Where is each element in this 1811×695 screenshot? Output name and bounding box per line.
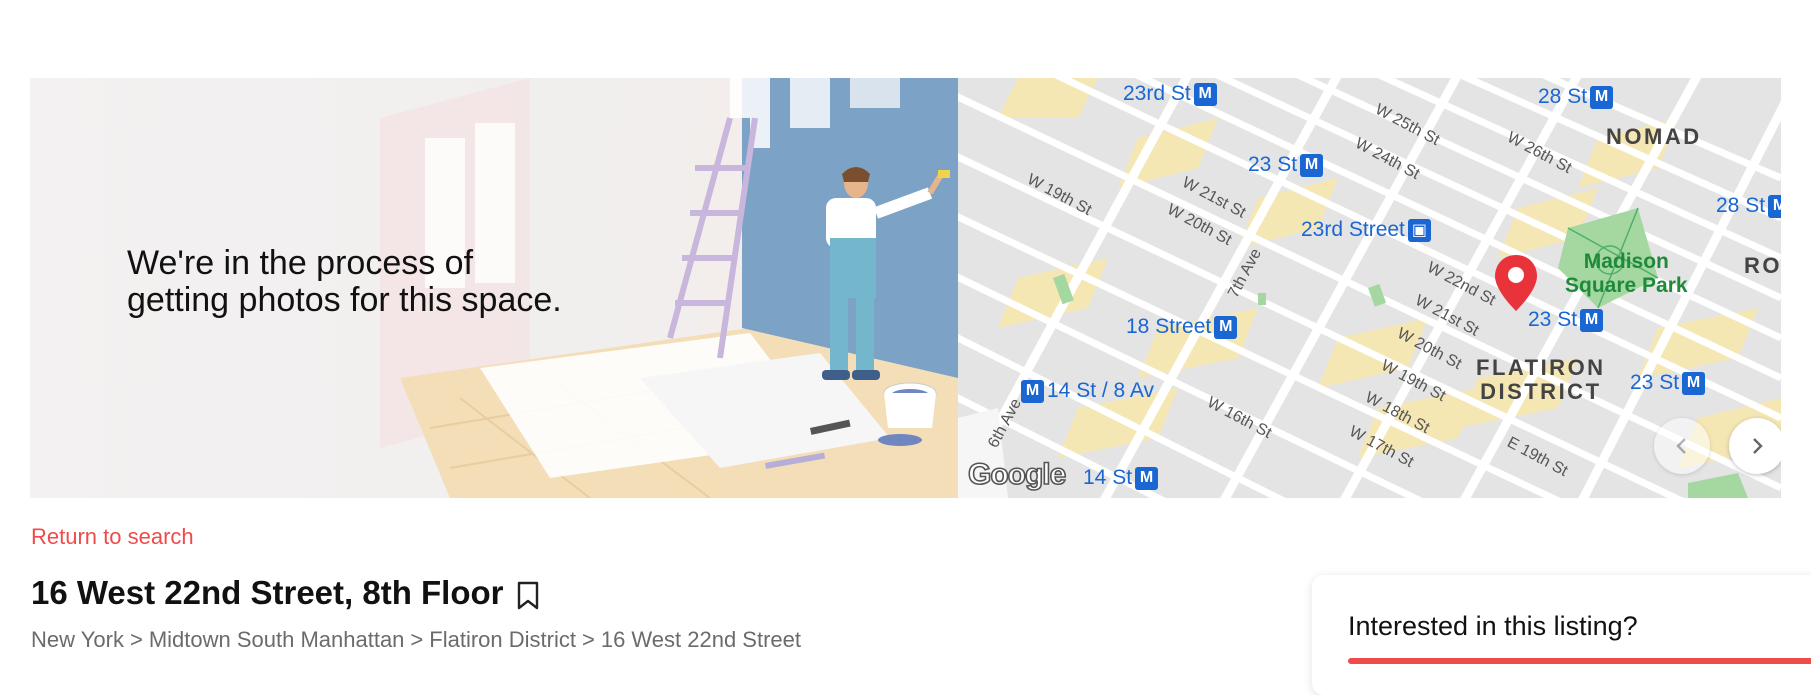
metro-icon: M [1135,466,1159,490]
breadcrumb-item[interactable]: Midtown South Manhattan [149,627,405,653]
page-title: 16 West 22nd Street, 8th Floor [31,574,504,611]
gallery-prev-button[interactable] [1654,418,1710,474]
park-label: Madison Square Park [1565,250,1688,297]
breadcrumb-item[interactable]: Flatiron District [429,627,576,653]
map-station[interactable]: 23rd St M [1123,82,1217,106]
interest-card: Interested in this listing? [1312,575,1811,695]
district-label: ROS [1744,253,1781,278]
map-station[interactable]: 14 St M [1083,466,1159,490]
breadcrumb-separator: > [410,627,424,652]
metro-icon: M [1021,379,1044,403]
hero-gallery: We're in the process of getting photos f… [30,78,1781,498]
map-station[interactable]: 23 St M [1630,371,1706,395]
breadcrumb: New York > Midtown South Manhattan > Fla… [31,627,801,653]
return-to-search-link[interactable]: Return to search [31,524,194,550]
metro-icon: M [1682,371,1706,395]
location-pin-icon[interactable] [1493,253,1539,313]
photo-placeholder: We're in the process of getting photos f… [30,78,958,498]
gallery-next-button[interactable] [1729,418,1781,474]
metro-icon: M [1768,194,1781,218]
metro-icon: M [1193,82,1217,106]
breadcrumb-separator: > [129,627,143,652]
metro-icon: M [1580,308,1604,332]
bus-icon: ▣ [1407,218,1431,242]
breadcrumb-separator: > [581,627,595,652]
map-station[interactable]: 23 St M [1248,153,1324,177]
district-label: FLATIRON DISTRICT [1476,355,1606,404]
location-map[interactable]: 23rd St M 23 St M 23rd Street ▣ 18 Stree… [958,78,1781,498]
chevron-right-icon [1753,438,1763,454]
metro-icon: M [1300,153,1324,177]
google-logo: Google [967,457,1067,492]
metro-icon: M [1214,315,1238,339]
map-station[interactable]: 18 Street M [1126,315,1238,339]
map-station[interactable]: 28 St M [1538,85,1614,109]
chevron-left-icon [1676,438,1686,454]
map-station[interactable]: 23rd Street ▣ [1301,218,1431,242]
district-label: NOMAD [1606,124,1702,149]
interest-card-accent [1348,658,1811,664]
photo-placeholder-message: We're in the process of getting photos f… [127,244,562,319]
breadcrumb-item[interactable]: New York [31,627,124,653]
listing-title-row: 16 West 22nd Street, 8th Floor [31,574,540,612]
interest-card-title: Interested in this listing? [1348,611,1638,641]
bookmark-icon[interactable] [516,581,540,611]
map-station[interactable]: M 14 St / 8 Av [1021,379,1154,403]
map-station[interactable]: 23 St M [1528,308,1604,332]
metro-icon: M [1590,85,1614,109]
breadcrumb-item[interactable]: 16 West 22nd Street [601,627,801,653]
map-station[interactable]: 28 St M [1716,194,1781,218]
